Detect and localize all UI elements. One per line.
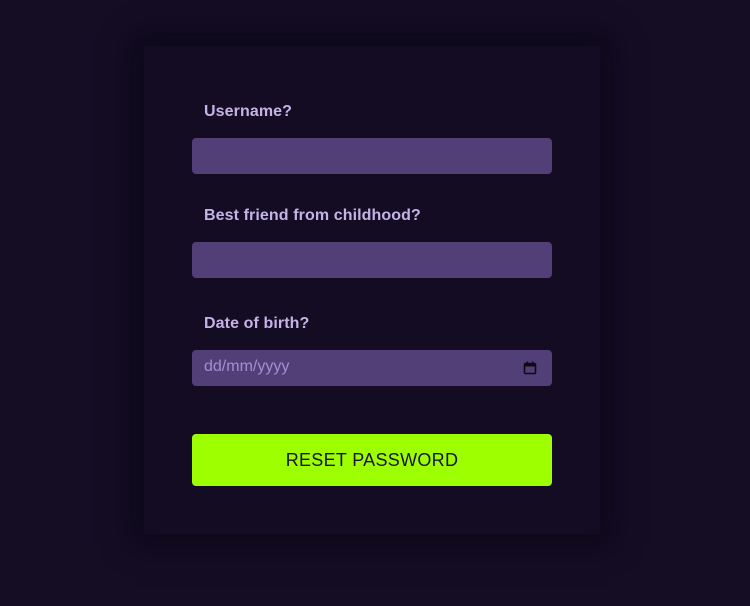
best-friend-input[interactable] [192, 242, 552, 278]
username-input[interactable] [192, 138, 552, 174]
date-placeholder: dd/mm/yyyy [204, 358, 290, 375]
best-friend-label: Best friend from childhood? [204, 207, 421, 224]
date-of-birth-input[interactable]: dd/mm/yyyy [192, 350, 552, 386]
reset-password-button[interactable]: RESET PASSWORD [192, 434, 552, 486]
date-of-birth-label: Date of birth? [204, 315, 310, 332]
calendar-icon[interactable] [523, 361, 537, 375]
username-label: Username? [204, 103, 293, 120]
